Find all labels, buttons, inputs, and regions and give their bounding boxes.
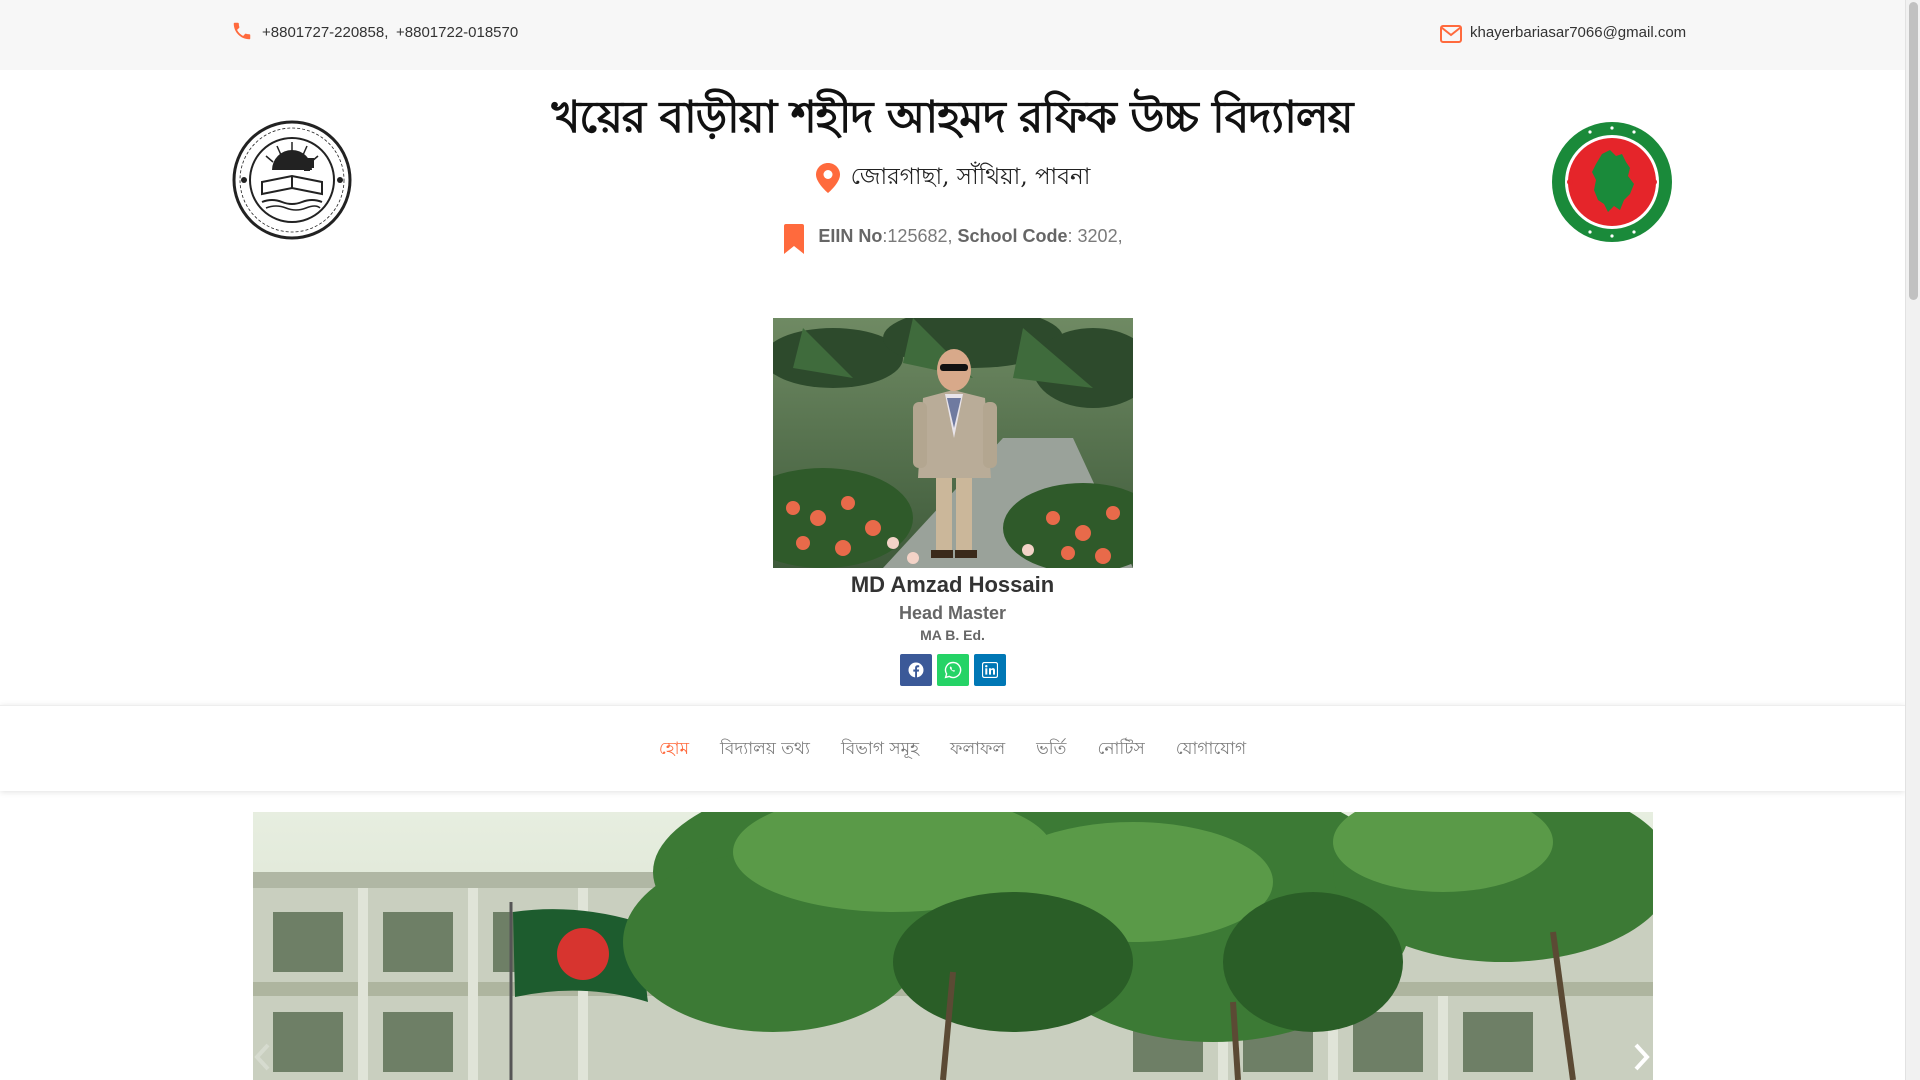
nav-item-results[interactable]: ফলাফল bbox=[950, 736, 1005, 764]
school-codes: EIIN No:125682, School Code: 3202, bbox=[818, 226, 1122, 247]
headmaster-title: Head Master bbox=[898, 603, 1007, 623]
bookmark-icon bbox=[784, 224, 805, 254]
eiin-value: :125682, bbox=[882, 225, 953, 246]
map-pin-icon bbox=[815, 162, 840, 193]
email-link[interactable]: khayerbariasar7066@gmail.com bbox=[1470, 24, 1686, 41]
headmaster-photo bbox=[773, 318, 1133, 568]
phone-number-2[interactable]: +8801722-018570 bbox=[396, 24, 518, 41]
nav-item-departments[interactable]: বিভাগ সমূহ bbox=[841, 736, 919, 764]
whatsapp-icon bbox=[944, 661, 962, 679]
school-address: জোরগাছা, সাঁথিয়া, পাবনা bbox=[850, 164, 1091, 190]
scrollbar-thumb[interactable] bbox=[1909, 2, 1918, 300]
nav-item-home[interactable]: হোম bbox=[659, 736, 689, 764]
linkedin-button[interactable] bbox=[974, 654, 1006, 686]
facebook-icon bbox=[908, 662, 924, 678]
nav-item-admission[interactable]: ভর্তি bbox=[1036, 736, 1066, 764]
social-links bbox=[900, 654, 1006, 686]
nav-item-school-info[interactable]: বিদ্যালয় তথ্য bbox=[720, 736, 810, 764]
linkedin-icon bbox=[982, 662, 998, 678]
nav-item-contact[interactable]: যোগাযোগ bbox=[1176, 736, 1246, 764]
chevron-right-icon[interactable] bbox=[1630, 1042, 1652, 1072]
hero-slider[interactable] bbox=[253, 812, 1653, 1080]
headmaster-name: MD Amzad Hossain bbox=[850, 572, 1055, 597]
school-code-value: : 3202, bbox=[1067, 225, 1123, 246]
phone-number-1[interactable]: +8801727-220858, bbox=[262, 24, 388, 41]
whatsapp-button[interactable] bbox=[937, 654, 969, 686]
school-name-heading: খয়ের বাড়ীয়া শহীদ আহমদ রফিক উচ্চ বিদ্য… bbox=[551, 92, 1353, 143]
eiin-label: EIIN No bbox=[818, 225, 883, 246]
page-scrollbar[interactable] bbox=[1905, 0, 1920, 1080]
envelope-icon bbox=[1440, 25, 1462, 43]
main-navigation: হোম বিদ্যালয় তথ্য বিভাগ সমূহ ফলাফল ভর্ত… bbox=[0, 705, 1905, 791]
government-emblem bbox=[1552, 122, 1672, 242]
school-code-label: School Code bbox=[957, 225, 1068, 246]
phone-icon bbox=[233, 22, 251, 40]
chevron-left-icon[interactable] bbox=[252, 1042, 274, 1072]
nav-item-notice[interactable]: নোটিস bbox=[1097, 736, 1144, 764]
headmaster-degree: MA B. Ed. bbox=[920, 627, 985, 643]
top-contact-bar: +8801727-220858, +8801722-018570 khayerb… bbox=[0, 0, 1905, 70]
facebook-button[interactable] bbox=[900, 654, 932, 686]
